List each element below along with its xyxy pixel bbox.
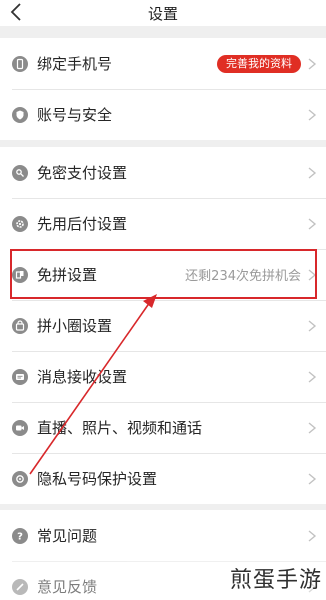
pin-circle-label: 拼小圈设置 [37, 317, 113, 335]
video-icon [12, 419, 28, 436]
chevron-right-icon [307, 370, 317, 384]
message-icon [12, 368, 28, 385]
group-free-row[interactable]: 免拼设置 还剩234次免拼机会 [0, 249, 326, 300]
question-icon: ? [12, 527, 28, 544]
account-security-label: 账号与安全 [37, 106, 113, 124]
key-icon [12, 164, 28, 181]
bag-icon [12, 317, 28, 334]
account-security-row[interactable]: 账号与安全 [0, 89, 326, 140]
feedback-icon [12, 578, 28, 595]
svg-text:?: ? [17, 531, 23, 542]
privacy-number-label: 隐私号码保护设置 [37, 470, 158, 488]
shield-icon [12, 106, 28, 123]
pay-later-row[interactable]: 先用后付设置 [0, 198, 326, 249]
password-free-pay-label: 免密支付设置 [37, 164, 128, 182]
chevron-right-icon [307, 57, 317, 71]
message-settings-label: 消息接收设置 [37, 368, 128, 386]
message-settings-row[interactable]: 消息接收设置 [0, 351, 326, 402]
faq-row[interactable]: ? 常见问题 [0, 510, 326, 561]
group-free-label: 免拼设置 [37, 266, 98, 284]
watermark-text: 煎蛋手游 [229, 568, 322, 593]
live-media-call-row[interactable]: 直播、照片、视频和通话 [0, 402, 326, 453]
coupon-icon [12, 266, 28, 283]
account-group: 绑定手机号 完善我的资料 账号与安全 [0, 38, 326, 140]
gear-icon [12, 215, 28, 232]
phone-icon [12, 55, 28, 72]
pay-later-label: 先用后付设置 [37, 215, 128, 233]
chevron-right-icon [307, 319, 317, 333]
chevron-right-icon [307, 217, 317, 231]
complete-profile-badge[interactable]: 完善我的资料 [217, 54, 301, 73]
faq-label: 常见问题 [37, 527, 98, 545]
pin-circle-row[interactable]: 拼小圈设置 [0, 300, 326, 351]
live-media-call-label: 直播、照片、视频和通话 [37, 419, 203, 437]
privacy-number-row[interactable]: 隐私号码保护设置 [0, 453, 326, 504]
chevron-right-icon [307, 268, 317, 282]
page-title: 设置 [147, 5, 178, 23]
payment-group: 免密支付设置 先用后付设置 免拼设置 还剩234次免拼机会 拼小圈设置 消息接收… [0, 147, 326, 504]
bind-phone-label: 绑定手机号 [37, 55, 113, 73]
chevron-right-icon [307, 108, 317, 122]
chevron-right-icon [307, 472, 317, 486]
privacy-icon [12, 470, 28, 487]
chevron-right-icon [307, 421, 317, 435]
free-group-chances-text: 还剩234次免拼机会 [185, 269, 301, 284]
chevron-right-icon [307, 166, 317, 180]
navigation-bar: 设置 [0, 0, 326, 26]
password-free-pay-row[interactable]: 免密支付设置 [0, 147, 326, 198]
chevron-right-icon [307, 529, 317, 543]
bind-phone-row[interactable]: 绑定手机号 完善我的资料 [0, 38, 326, 89]
